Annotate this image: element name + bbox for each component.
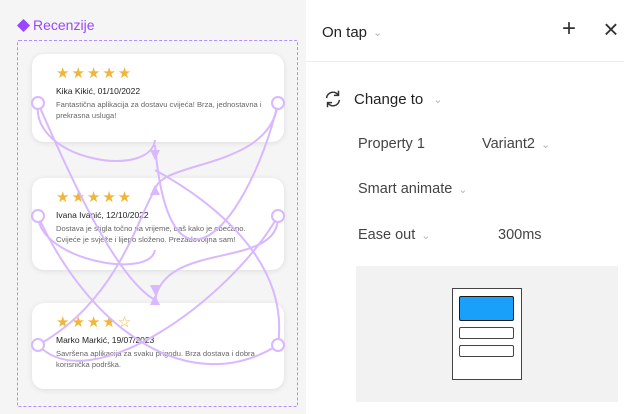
reviewer-name-date: Kika Kikić, 01/10/2022 bbox=[56, 86, 141, 96]
duration-input[interactable]: 300ms bbox=[498, 227, 542, 243]
preview-bar bbox=[459, 345, 514, 357]
action-dropdown[interactable]: Change to ⌄ bbox=[322, 88, 442, 110]
animation-value: Smart animate bbox=[358, 181, 453, 197]
star-rating: ★★★★☆ bbox=[56, 314, 134, 331]
prototype-canvas[interactable]: Recenzije ★★★★★ Kika Kikić, 01/10/2022 F… bbox=[0, 0, 306, 414]
property-value: Variant2 bbox=[482, 136, 535, 152]
chevron-down-icon: ⌄ bbox=[421, 229, 431, 242]
chevron-down-icon: ⌄ bbox=[540, 138, 551, 151]
chevron-down-icon: ⌄ bbox=[458, 183, 468, 196]
close-icon: × bbox=[603, 14, 619, 44]
trigger-label: On tap bbox=[322, 24, 368, 41]
review-card[interactable]: ★★★★★ Ivana Ivanić, 12/10/2022 Dostava j… bbox=[32, 178, 284, 270]
change-to-icon bbox=[325, 90, 341, 108]
review-card[interactable]: ★★★★☆ Marko Markić, 19/07/2023 Savršena … bbox=[32, 303, 284, 389]
component-set-icon bbox=[16, 18, 31, 32]
star-rating: ★★★★★ bbox=[56, 65, 134, 82]
preview-frame bbox=[452, 288, 522, 380]
review-card[interactable]: ★★★★★ Kika Kikić, 01/10/2022 Fantastična… bbox=[32, 54, 284, 142]
interaction-panel: On tap ⌄ + × Change to ⌄ Property 1 Vari… bbox=[306, 0, 624, 414]
reviewer-name-date: Marko Markić, 19/07/2023 bbox=[56, 335, 155, 345]
animation-preview bbox=[356, 266, 618, 402]
panel-header: On tap ⌄ + × bbox=[306, 0, 624, 62]
star-rating: ★★★★★ bbox=[56, 189, 134, 206]
add-interaction-button[interactable]: + bbox=[556, 17, 582, 43]
preview-bar bbox=[459, 327, 514, 339]
frame-label[interactable]: Recenzije bbox=[16, 17, 95, 33]
preview-block bbox=[459, 296, 514, 321]
chevron-down-icon: ⌄ bbox=[373, 27, 383, 39]
chevron-down-icon: ⌄ bbox=[433, 93, 443, 106]
trigger-dropdown[interactable]: On tap ⌄ bbox=[322, 24, 382, 41]
property-name: Property 1 bbox=[358, 136, 425, 152]
property-value-dropdown[interactable]: Variant2 ⌄ bbox=[482, 136, 550, 152]
duration-value: 300ms bbox=[498, 227, 542, 243]
animation-dropdown[interactable]: Smart animate ⌄ bbox=[358, 181, 468, 197]
frame-name: Recenzije bbox=[33, 17, 95, 33]
easing-dropdown[interactable]: Ease out ⌄ bbox=[358, 227, 430, 243]
easing-value: Ease out bbox=[358, 227, 416, 243]
property-label: Property 1 bbox=[358, 136, 425, 152]
reviewer-name-date: Ivana Ivanić, 12/10/2022 bbox=[56, 210, 149, 220]
action-label: Change to bbox=[354, 90, 424, 108]
review-text: Dostava je stigla točno na vrijeme, baš … bbox=[56, 224, 246, 244]
close-button[interactable]: × bbox=[598, 14, 624, 44]
plus-icon: + bbox=[561, 15, 576, 42]
review-text: Fantastična aplikacija za dostavu cvijeć… bbox=[56, 100, 262, 120]
review-text: Savršena aplikacija za svaku prigodu. Br… bbox=[56, 349, 255, 369]
